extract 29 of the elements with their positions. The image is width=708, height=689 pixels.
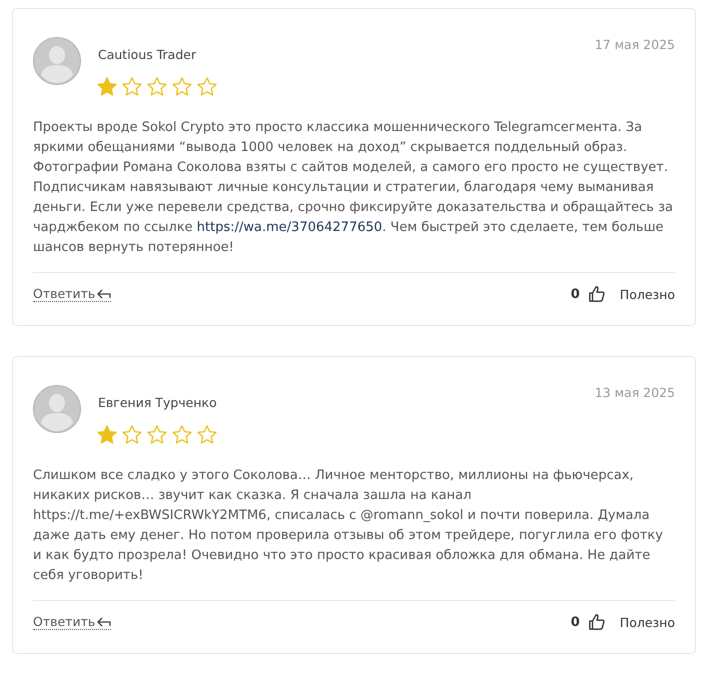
- filled-star-icon: [96, 424, 118, 446]
- empty-star-icon: [196, 424, 218, 446]
- review-text: Слишком все сладко у этого Соколова… Личное менторство, миллионы на фьючерсах, никаких рисков… звучит как сказка. Я сначала зашла на канал https://t.me/+exBWSICRWkY2MTM6, списалась с @romann_sokol и почти поверила. Думала даже дать ему денег. Но потом проверила отзывы об этом трейдере, погуглила его фотку и как будто прозрела! Очевидно что это просто красивая обложка для обмана. Не дайте себя уговорить!: [33, 466, 675, 601]
- useful-button[interactable]: Полезно: [614, 286, 675, 302]
- avatar-icon: [33, 37, 81, 85]
- empty-star-icon: [171, 424, 193, 446]
- filled-star-icon: [96, 76, 118, 98]
- empty-star-icon: [146, 76, 168, 98]
- review-date: 13 мая 2025: [594, 385, 675, 400]
- empty-star-icon: [121, 76, 143, 98]
- like-count: 0: [570, 286, 580, 302]
- useful-button[interactable]: Полезно: [614, 614, 675, 630]
- link[interactable]: https://wa.me/37064277650: [196, 220, 382, 235]
- author-name: Евгения Турченко: [98, 395, 218, 410]
- avatar-icon: [33, 385, 81, 433]
- author-name: Cautious Trader: [98, 47, 198, 62]
- empty-star-icon: [121, 424, 143, 446]
- reply-link[interactable]: Ответить: [33, 286, 112, 302]
- reply-arrow-icon: [97, 616, 112, 626]
- review-text: Проекты вроде Sokol Crypto это просто классика мошеннического Telegramсегмента. За яркими обещаниями “вывода 1000 человек на доход” скрывается поддельный образ. Фотографии Романа Соколова взяты с сайтов моделей, а самого его просто не существует. Подписчикам навязывают личные консультации и стратегии, благодаря чему выманивая деньги. Если уже перевели средства, срочно фиксируйте доказательства и обращайтесь за чарджбеком по ссылке https://wa.me/37064277650. Чем быстрей это сделаете, тем больше шансов вернуть потерянное!: [33, 118, 675, 273]
- reply-arrow-icon: [97, 288, 112, 298]
- thumbs-up-icon[interactable]: [588, 285, 606, 303]
- empty-star-icon: [196, 76, 218, 98]
- review-date: 17 мая 2025: [594, 37, 675, 52]
- reply-link[interactable]: Ответить: [33, 614, 112, 630]
- thumbs-up-icon[interactable]: [588, 613, 606, 631]
- like-count: 0: [570, 614, 580, 630]
- empty-star-icon: [146, 424, 168, 446]
- empty-star-icon: [171, 76, 193, 98]
